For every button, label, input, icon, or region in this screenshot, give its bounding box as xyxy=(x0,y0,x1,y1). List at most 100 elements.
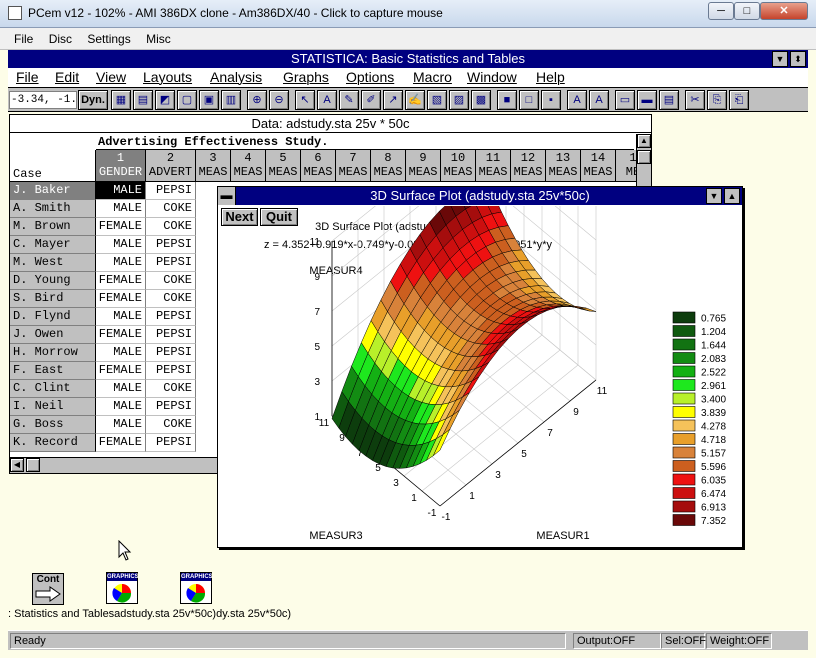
color-icon[interactable]: ■ xyxy=(497,90,517,110)
advert-cell[interactable]: COKE xyxy=(146,380,196,398)
advert-cell[interactable]: PEPSI xyxy=(146,326,196,344)
paint-icon[interactable]: ▧ xyxy=(427,90,447,110)
row-case-label[interactable]: C. Mayer xyxy=(10,236,96,254)
gender-cell[interactable]: MALE xyxy=(96,416,146,434)
advert-cell[interactable]: PEPSI xyxy=(146,344,196,362)
menu-analysis[interactable]: Analysis xyxy=(210,69,262,85)
column-header[interactable]: 7 MEAS xyxy=(336,150,371,182)
menu-options[interactable]: Options xyxy=(346,69,394,85)
column-header[interactable]: 3 MEAS xyxy=(196,150,231,182)
row-case-label[interactable]: J. Baker xyxy=(10,182,96,200)
cont-icon[interactable]: Cont xyxy=(32,573,64,605)
advert-cell[interactable]: PEPSI xyxy=(146,434,196,452)
pointer-icon[interactable]: ↖ xyxy=(295,90,315,110)
advert-cell[interactable]: PEPSI xyxy=(146,236,196,254)
menu-window[interactable]: Window xyxy=(467,69,517,85)
row-case-label[interactable]: M. West xyxy=(10,254,96,272)
gender-cell[interactable]: FEMALE xyxy=(96,434,146,452)
column-header[interactable]: 13 MEAS xyxy=(546,150,581,182)
row-case-label[interactable]: J. Owen xyxy=(10,326,96,344)
restore-arrow-icon[interactable]: ⬍ xyxy=(790,51,806,67)
system-menu-icon[interactable]: ▬ xyxy=(218,187,236,205)
brush-icon[interactable]: ✍ xyxy=(405,90,425,110)
next-button[interactable]: Next xyxy=(221,208,258,226)
menu-help[interactable]: Help xyxy=(536,69,565,85)
row-case-label[interactable]: C. Clint xyxy=(10,380,96,398)
row-case-label[interactable]: D. Flynd xyxy=(10,308,96,326)
menu-layouts[interactable]: Layouts xyxy=(143,69,192,85)
paste-icon[interactable]: ⎗ xyxy=(729,90,749,110)
gender-cell[interactable]: FEMALE xyxy=(96,290,146,308)
advert-cell[interactable]: COKE xyxy=(146,290,196,308)
gender-cell[interactable]: MALE xyxy=(96,380,146,398)
close-button[interactable]: ✕ xyxy=(760,2,808,20)
emulator-menu-disc[interactable]: Disc xyxy=(43,28,78,46)
open-icon[interactable]: ▭ xyxy=(615,90,635,110)
cut-icon[interactable]: ✂ xyxy=(685,90,705,110)
gender-cell[interactable]: MALE xyxy=(96,200,146,218)
column-header[interactable]: 9 MEAS xyxy=(406,150,441,182)
advert-cell[interactable]: PEPSI xyxy=(146,308,196,326)
gender-cell[interactable]: MALE xyxy=(96,344,146,362)
scroll-thumb[interactable] xyxy=(637,150,651,164)
frame-icon[interactable]: ▢ xyxy=(177,90,197,110)
minimize-button[interactable]: ─ xyxy=(708,2,734,20)
graphics-icon-1[interactable]: GRAPHICS xyxy=(106,572,139,604)
quit-button[interactable]: Quit xyxy=(260,208,298,226)
column-header[interactable]: 11 MEAS xyxy=(476,150,511,182)
column-header[interactable]: 1 GENDER xyxy=(96,150,146,182)
gender-cell[interactable]: FEMALE xyxy=(96,218,146,236)
scroll-left-icon[interactable]: ◀ xyxy=(10,458,24,472)
row-case-label[interactable]: S. Bird xyxy=(10,290,96,308)
column-header[interactable]: 4 MEAS xyxy=(231,150,266,182)
chart-icon[interactable]: ▨ xyxy=(449,90,469,110)
graph-maximize-icon[interactable]: ▲ xyxy=(724,188,740,204)
row-case-label[interactable]: H. Morrow xyxy=(10,344,96,362)
frame-3-icon[interactable]: ▥ xyxy=(221,90,241,110)
maximize-button[interactable]: □ xyxy=(734,2,760,20)
grid-icon[interactable]: ▦ xyxy=(111,90,131,110)
edit-icon[interactable]: ✎ xyxy=(339,90,359,110)
minimize-arrow-icon[interactable]: ▼ xyxy=(772,51,788,67)
dyn-button[interactable]: Dyn. xyxy=(78,90,108,110)
gender-cell[interactable]: FEMALE xyxy=(96,326,146,344)
advert-cell[interactable]: COKE xyxy=(146,218,196,236)
zoom-in-icon[interactable]: ⊕ xyxy=(247,90,267,110)
row-case-label[interactable]: D. Young xyxy=(10,272,96,290)
table-icon[interactable]: ▤ xyxy=(133,90,153,110)
save-icon[interactable]: ▬ xyxy=(637,90,657,110)
menu-graphs[interactable]: Graphs xyxy=(283,69,329,85)
row-case-label[interactable]: A. Smith xyxy=(10,200,96,218)
column-header[interactable]: 12 MEAS xyxy=(511,150,546,182)
gender-cell[interactable]: FEMALE xyxy=(96,362,146,380)
print-icon[interactable]: ▤ xyxy=(659,90,679,110)
menu-file[interactable]: File xyxy=(16,69,39,85)
arrow-icon[interactable]: ↗ xyxy=(383,90,403,110)
gender-cell[interactable]: MALE xyxy=(96,398,146,416)
advert-cell[interactable]: PEPSI xyxy=(146,362,196,380)
column-header[interactable]: 2 ADVERT xyxy=(146,150,196,182)
frame-2-icon[interactable]: ▣ xyxy=(199,90,219,110)
gender-cell[interactable]: FEMALE xyxy=(96,272,146,290)
advert-cell[interactable]: PEPSI xyxy=(146,182,196,200)
column-header[interactable]: 10 MEAS xyxy=(441,150,476,182)
gender-cell[interactable]: MALE xyxy=(96,182,146,200)
gender-cell[interactable]: MALE xyxy=(96,236,146,254)
cube-icon[interactable]: ◩ xyxy=(155,90,175,110)
advert-cell[interactable]: COKE xyxy=(146,272,196,290)
font-up-icon[interactable]: A xyxy=(567,90,587,110)
gender-cell[interactable]: MALE xyxy=(96,254,146,272)
menu-view[interactable]: View xyxy=(96,69,126,85)
row-case-label[interactable]: F. East xyxy=(10,362,96,380)
emulator-menu-misc[interactable]: Misc xyxy=(140,28,177,46)
menu-edit[interactable]: Edit xyxy=(55,69,79,85)
gender-cell[interactable]: MALE xyxy=(96,308,146,326)
emulator-menu-settings[interactable]: Settings xyxy=(81,28,136,46)
advert-cell[interactable]: PEPSI xyxy=(146,254,196,272)
pattern-icon[interactable]: ▩ xyxy=(471,90,491,110)
font-down-icon[interactable]: A xyxy=(589,90,609,110)
row-case-label[interactable]: I. Neil xyxy=(10,398,96,416)
column-header[interactable]: 6 MEAS xyxy=(301,150,336,182)
zoom-out-icon[interactable]: ⊖ xyxy=(269,90,289,110)
graph-minimize-icon[interactable]: ▼ xyxy=(706,188,722,204)
